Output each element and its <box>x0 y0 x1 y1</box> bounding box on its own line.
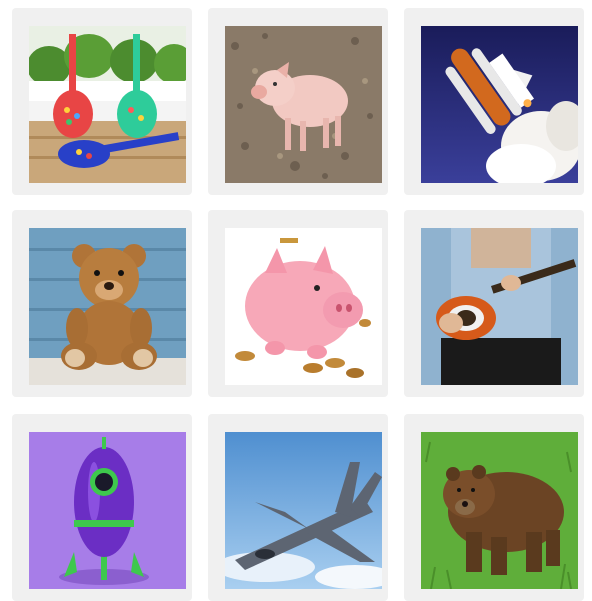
toy-guitars-image <box>29 26 186 183</box>
image-tile-toy-rocket[interactable] <box>12 414 192 601</box>
brown-bear-image <box>421 432 578 589</box>
image-tile-toy-guitars[interactable] <box>12 8 192 195</box>
space-shuttle-launch-image <box>421 26 578 183</box>
electric-guitar-player-image <box>421 228 578 385</box>
piggy-bank-image <box>225 228 382 385</box>
fighter-jet-image <box>225 432 382 589</box>
image-tile-fighter-jet[interactable] <box>208 414 388 601</box>
teddy-bear-image <box>29 228 186 385</box>
image-tile-piggy-bank[interactable] <box>208 210 388 397</box>
toy-rocket-image <box>29 432 186 589</box>
image-tile-brown-bear[interactable] <box>404 414 584 601</box>
image-selection-grid <box>0 0 592 601</box>
piglet-image <box>225 26 382 183</box>
image-tile-teddy-bear[interactable] <box>12 210 192 397</box>
image-tile-space-shuttle[interactable] <box>404 8 584 195</box>
image-tile-electric-guitar-player[interactable] <box>404 210 584 397</box>
image-tile-piglet[interactable] <box>208 8 388 195</box>
